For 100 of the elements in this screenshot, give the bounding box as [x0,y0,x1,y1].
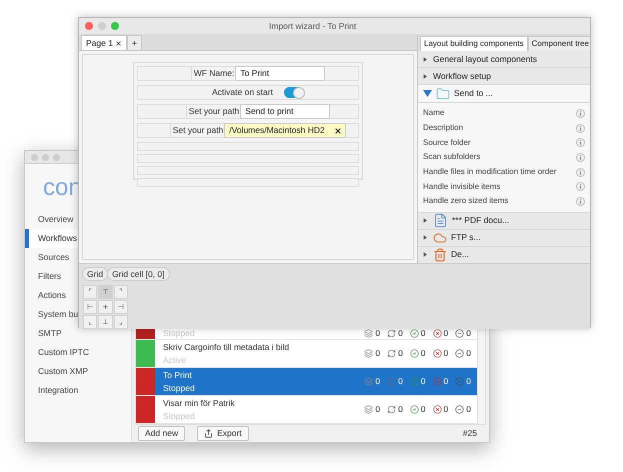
component-item[interactable]: Source folder [418,135,590,150]
field-label: Set your path [170,124,224,137]
folder-icon [436,86,450,100]
count-value: 0 [375,403,380,416]
info-icon[interactable] [576,182,585,192]
minus-circle-icon [455,377,464,386]
accordion-header[interactable]: Workflow setup [418,68,590,85]
text-field[interactable]: Send to print [240,104,330,119]
info-icon[interactable] [576,124,585,133]
workflow-name: To Print [163,368,193,382]
collapsed-triangle-icon[interactable] [423,56,429,62]
x-circle-icon [432,329,442,338]
refresh-icon [387,349,396,358]
workflow-name: Visar min för Patrik [163,396,236,410]
info-icon[interactable] [576,168,585,177]
collapsed-triangle-icon[interactable] [423,72,429,80]
component-item[interactable]: Handle zero sized items [418,194,590,209]
check-circle-icon [410,405,419,414]
count-value: 0 [444,375,448,388]
info-icon[interactable] [576,196,585,206]
count-value: 0 [466,327,471,340]
field-label: Set your path [186,105,240,118]
sidebar-item[interactable]: Custom IPTC [25,343,90,362]
count-value: 0 [375,327,380,340]
workflow-total: #25 [462,427,478,440]
add-new-button[interactable]: Add new [138,426,186,441]
info-icon[interactable] [576,152,585,162]
collapsed-triangle-icon[interactable] [423,251,429,258]
section-title: De... [451,248,469,262]
count-value: 0 [444,403,448,416]
refresh-icon [387,405,396,414]
info-icon[interactable] [576,138,585,148]
count-value: 0 [466,347,471,360]
panel-tab[interactable]: Component tree [528,36,590,51]
clear-icon[interactable] [334,126,342,134]
stack-icon [364,405,374,414]
stack-icon [364,377,374,386]
sidebar-item[interactable]: System bu [25,305,78,324]
accordion-header[interactable]: General layout components [418,51,590,68]
document-icon [433,213,448,228]
count-value: 0 [398,347,403,360]
info-icon[interactable] [576,108,585,118]
accordion-header[interactable]: FTP s... [418,230,590,247]
workflow-status: Stopped [163,382,196,394]
breadcrumb-item[interactable]: Grid cell [0, 0] [107,267,170,281]
minus-circle-icon [455,405,464,414]
sidebar-item[interactable]: Workflows [25,229,78,248]
breadcrumb-item[interactable]: Grid [82,267,108,281]
section-title: General layout components [433,52,537,66]
count-value: 0 [444,347,448,360]
count-value: 0 [420,347,426,360]
sidebar-item[interactable]: Overview [25,210,78,229]
collapsed-triangle-icon[interactable] [423,217,429,224]
sidebar-item[interactable]: SMTP [25,324,78,343]
accordion-header[interactable]: De... [418,246,590,263]
workflow-row[interactable]: To Print Stopped 0 0 0 0 0 [136,368,477,396]
component-item[interactable]: Handle files in modification time order [418,164,590,180]
workflow-name: Skriv Cargoinfo till metadata i bild [163,340,290,354]
stack-icon [364,349,374,358]
scrollbar[interactable] [477,328,485,424]
maximize-icon[interactable] [111,22,119,30]
x-circle-icon [432,349,442,358]
sidebar-item[interactable]: Filters [25,267,78,286]
component-item[interactable]: Scan subfolders [418,150,590,165]
count-value: 0 [375,347,380,360]
export-icon [204,429,214,438]
sidebar-item[interactable]: Sources [25,248,78,267]
check-circle-icon [410,377,419,386]
section-title: FTP s... [451,231,481,244]
text-field[interactable]: To Print [235,66,326,81]
sidebar-item[interactable]: Custom XMP [25,362,88,381]
sidebar-item[interactable]: Actions [25,286,78,305]
check-circle-icon [410,349,419,358]
minus-circle-icon [455,329,464,338]
close-icon[interactable] [114,40,122,46]
component-item[interactable]: Description [418,120,590,136]
sidebar-item[interactable]: Integration [25,381,78,400]
accordion-header[interactable]: Send to ... [418,85,590,103]
component-item[interactable]: Handle invisible items [418,179,590,194]
export-button[interactable]: Export [197,426,249,441]
x-circle-icon [432,377,442,386]
section-title: Workflow setup [433,70,491,82]
count-value: 0 [466,403,471,416]
window-title: Import wizard - To Print [269,20,356,32]
count-value: 0 [375,375,380,388]
collapsed-triangle-icon[interactable] [423,234,429,242]
count-value: 0 [398,327,403,340]
field-label: WF Name: [190,67,234,80]
toggle-label: Activate on start [212,86,274,99]
page-tab[interactable]: Page 1 [81,35,127,50]
stack-icon [364,329,374,338]
path-field[interactable]: /Volumes/Macintosh HD2 [224,123,346,138]
x-circle-icon [432,405,442,414]
expanded-triangle-icon[interactable] [423,90,432,97]
add-page-tab[interactable]: + [126,35,142,50]
component-item[interactable]: Name [418,106,590,121]
accordion-header[interactable]: *** PDF docu... [418,212,590,230]
panel-tab[interactable]: Layout building components [420,36,528,51]
toggle-switch[interactable] [284,87,304,98]
section-title: *** PDF docu... [452,214,510,228]
